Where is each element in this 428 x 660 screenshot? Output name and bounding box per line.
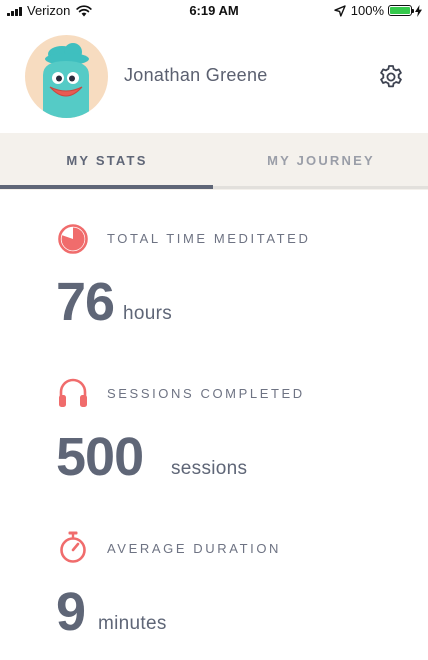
headphones-icon [59,378,87,407]
status-bar: Verizon 6:19 AM 100% [0,0,428,22]
profile-header: Jonathan Greene [0,22,428,132]
pie-clock-icon [58,224,88,254]
settings-button[interactable] [376,62,406,92]
stat-label: AVERAGE DURATION [107,541,282,556]
stat-value: 500 [56,427,144,487]
user-name: Jonathan Greene [124,65,268,85]
gear-icon [380,65,402,88]
battery-fill [390,7,410,14]
active-tab-indicator [0,185,213,189]
location-arrow-icon [334,4,346,17]
avatar[interactable] [25,35,108,118]
tab-my-stats[interactable]: MY STATS [0,133,214,190]
stopwatch-icon [60,531,86,563]
stat-value: 9 [56,582,86,642]
battery-percent: 100% [350,3,384,18]
tab-bar: MY STATS MY JOURNEY [0,133,428,190]
stat-unit: hours [123,303,173,324]
stat-unit: sessions [171,458,248,479]
tab-underline [213,186,428,189]
stat-label: SESSIONS COMPLETED [107,386,305,401]
avatar-character-icon [43,43,89,118]
battery-icon [388,5,414,16]
stat-label: TOTAL TIME MEDITATED [107,231,311,246]
status-right: 100% [334,3,422,18]
stat-unit: minutes [98,613,167,634]
tab-my-journey[interactable]: MY JOURNEY [214,133,428,190]
charging-bolt-icon [415,4,422,17]
stat-value: 76 [56,272,115,332]
